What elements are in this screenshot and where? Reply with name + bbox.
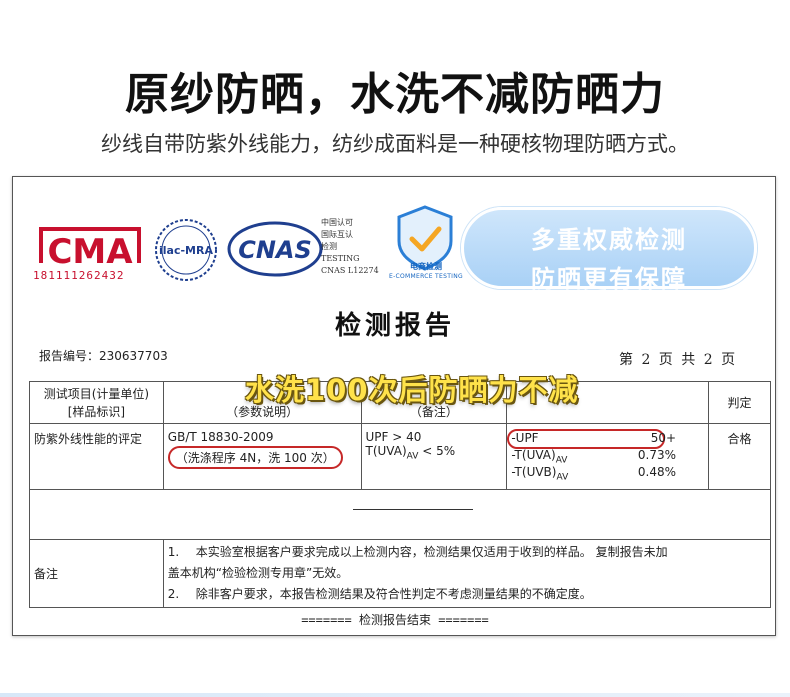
result-value: 0.73% [637,448,677,462]
notes-cell: 1. 本实验室根据客户要求完成以上检测内容，检测结果仅适用于收到的样品。 复制报告… [162,539,772,608]
table-row: 防紫外线性能的评定 GB/T 18830-2009 （洗涤程序 4N，洗 100… [29,423,771,490]
overlay-caption: 水洗100次后防晒力不减 [245,373,579,407]
cnas-caption: 中国认可 国际互认 检测 TESTING CNAS L12274 [321,217,379,277]
cell-test-item: 防紫外线性能的评定 [29,423,164,490]
table-row-notes: 备注 1. 本实验室根据客户要求完成以上检测内容，检测结果仅适用于收到的样品。 复… [29,539,772,608]
result-value: 0.48% [637,465,677,479]
cell-result: -UPF 50+ -T(UVA)AV 0.73% -T(UVB)AV 0.48% [506,423,710,490]
result-value: 50+ [650,431,677,445]
wash-note-oval: （洗涤程序 4N，洗 100 次） [167,446,343,469]
result-label: -T(UVB) [511,465,557,479]
test-report-card: CMA 181111262432 ilac-MRA CNAS 中国认可 国际互认… [12,176,776,636]
promo-pill-line-1: 多重权威检测 [531,226,687,254]
note-number: 2. [167,587,180,601]
cnas-caption-line: 中国认可 [321,218,353,227]
ilac-logo-text: ilac-MRA [159,244,213,257]
report-title: 检测报告 [334,311,455,341]
note-line: 2. 除非客户要求，本报告检测结果及符合性判定不考虑测量结果的不确定度。 [168,584,766,605]
result-row-upf: -UPF 50+ [507,429,704,449]
cnas-logo-text: CNAS [238,236,312,264]
header-verdict: 判定 [708,381,771,424]
headline: 原纱防晒，水洗不减防晒力 [125,69,665,120]
report-number: 报告编号：230637703 [39,349,168,363]
note-label: 备注 [29,539,164,608]
note-line: 盖本机构“检验检测专用章”无效。 [168,563,766,584]
result-row-uvb: -T(UVB)AV 0.48% [511,464,704,483]
requirement-upf: UPF > 40 [365,430,422,444]
results-table: 测试项目(计量单位) [样品标识] （参数说明） （备注） 判定 防紫外线性能的… [29,381,772,608]
blank-cell [29,489,771,540]
cell-requirement: UPF > 40 T(UVA)AV < 5% [360,423,508,490]
cma-logo-text: CMA [47,232,133,272]
header-test-item: 测试项目(计量单位) [样品标识] [29,381,164,424]
result-sub: AV [556,472,569,483]
cnas-caption-line: TESTING [321,254,360,263]
method-standard: GB/T 18830-2009 [167,430,274,444]
note-line: 1. 本实验室根据客户要求完成以上检测内容，检测结果仅适用于收到的样品。 复制报告… [168,542,766,563]
requirement-uva-tail: < 5% [418,444,456,458]
bottom-divider [0,693,790,697]
requirement-uva: T(UVA)AV < 5% [366,444,503,461]
result-label: -T(UVA) [511,448,556,462]
upf-highlight-oval [507,429,666,449]
note-number: 1. [167,545,180,559]
note-text: 盖本机构“检验检测专用章”无效。 [167,566,349,580]
cnas-caption-line: CNAS L12274 [321,266,379,275]
signature-line [353,509,473,510]
header-text: 判定 [727,395,752,410]
wash-note: （洗涤程序 4N，洗 100 次） [175,451,335,465]
cell-method: GB/T 18830-2009 （洗涤程序 4N，洗 100 次） [162,423,362,490]
header-text: 测试项目(计量单位) [43,386,150,401]
result-row-uva: -T(UVA)AV 0.73% [511,447,704,465]
page-info: 第 2 页 共 2 页 [619,352,738,368]
cma-number: 181111262432 [33,269,125,282]
requirement-uva-sub: AV [406,451,419,462]
note-text: 本实验室根据客户要求完成以上检测内容，检测结果仅适用于收到的样品。 复制报告未加 [195,545,668,559]
ecommerce-testing-label: 电商检测 [410,262,442,271]
table-row-blank [29,489,771,540]
cell-verdict: 合格 [708,423,771,490]
requirement-uva-label: T(UVA) [365,444,407,458]
note-text: 除非客户要求，本报告检测结果及符合性判定不考虑测量结果的不确定度。 [195,587,592,601]
cnas-logo: CNAS [227,221,323,277]
cnas-caption-line: 检测 [321,242,337,251]
report-end-line: ======= 检测报告结束 ======= [301,613,489,627]
ilac-mra-logo: ilac-MRA [155,219,217,281]
promo-pill-line-2: 防晒更有保障 [531,265,687,293]
promo-pill: 多重权威检测 防晒更有保障 [461,207,757,293]
cnas-caption-line: 国际互认 [321,230,353,239]
subline: 纱线自带防紫外线能力，纺纱成面料是一种硬核物理防晒方式。 [101,132,689,156]
header-text: [样品标识] [67,404,126,419]
